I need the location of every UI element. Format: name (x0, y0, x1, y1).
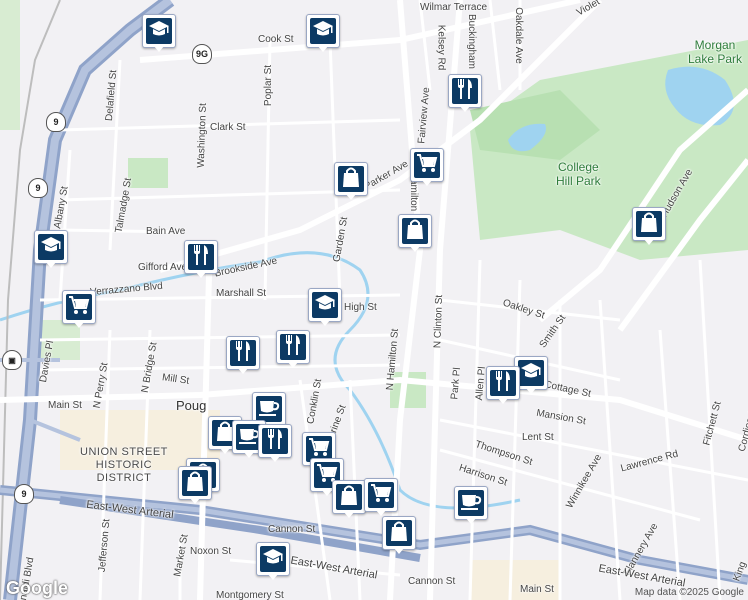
street-label-noxon-st: Noxon St (190, 546, 232, 557)
street-label-wilmar-terrace: Wilmar Terrace (420, 2, 488, 13)
street-label-poplar-st: Poplar St (263, 64, 275, 107)
street-label-montgomery-st: Montgomery St (216, 590, 284, 600)
school-pin[interactable] (34, 230, 68, 268)
cafe-pin[interactable] (454, 486, 488, 524)
restaurant-icon (233, 340, 253, 367)
shopping-icon (185, 470, 205, 497)
school-icon (262, 548, 284, 571)
shopping-pin[interactable] (398, 214, 432, 252)
street-label-clark-st: Clark St (210, 122, 246, 133)
shopping-pin[interactable] (382, 516, 416, 554)
street-label-main-st-west: Main St (48, 400, 82, 411)
street-label-kelsey-rd: Kelsey Rd (435, 24, 447, 71)
grocery-icon (370, 483, 392, 508)
route-shield-9-north: 9 (46, 112, 66, 132)
restaurant-icon (493, 370, 513, 397)
shopping-pin[interactable] (632, 207, 666, 245)
school-icon (520, 362, 542, 385)
route-shield-9-south: 9 (14, 484, 34, 504)
street-label-oakdale-ave: Oakdale Ave (512, 7, 524, 64)
shopping-icon (405, 218, 425, 245)
google-logo[interactable]: Google (6, 578, 68, 599)
park-label-morgan-lake: Morgan Lake Park (688, 38, 743, 66)
shopping-icon (341, 166, 361, 193)
street-label-cannon-st-east: Cannon St (408, 576, 456, 587)
school-pin[interactable] (306, 14, 340, 52)
route-shield-9g: 9G (192, 44, 212, 64)
restaurant-pin[interactable] (448, 74, 482, 112)
street-label-gifford-ave: Gifford Ave (138, 262, 188, 273)
shopping-icon (339, 484, 359, 511)
grocery-pin[interactable] (364, 478, 398, 516)
restaurant-pin[interactable] (226, 336, 260, 374)
cafe-icon (460, 491, 482, 516)
school-pin[interactable] (256, 542, 290, 580)
map-canvas[interactable]: Morgan Lake Park College Hill Park UNION… (0, 0, 748, 600)
grocery-icon (416, 153, 438, 178)
restaurant-pin[interactable] (276, 330, 310, 368)
restaurant-icon (283, 334, 303, 361)
restaurant-icon (191, 244, 211, 271)
grocery-pin[interactable] (62, 290, 96, 328)
grocery-icon (68, 295, 90, 320)
train-station-icon: ▣ (2, 350, 22, 370)
street-label-marshall-st: Marshall St (216, 288, 267, 299)
restaurant-icon (265, 428, 285, 455)
street-label-bain-ave: Bain Ave (146, 226, 186, 237)
city-label: Poug (176, 398, 207, 413)
restaurant-pin[interactable] (486, 366, 520, 404)
cafe-icon (258, 397, 280, 422)
school-pin[interactable] (308, 288, 342, 326)
street-label-washington-st: Washington St (195, 102, 209, 169)
grocery-pin[interactable] (410, 148, 444, 186)
school-icon (312, 20, 334, 43)
street-label-high-st: High St (344, 302, 377, 313)
district-label-union-street: UNION STREET HISTORIC DISTRICT (80, 446, 168, 484)
school-pin[interactable] (142, 14, 176, 52)
street-label-cook-st: Cook St (258, 34, 294, 45)
restaurant-pin[interactable] (184, 240, 218, 278)
school-icon (40, 236, 62, 259)
street-label-buckingham: Buckingham (466, 13, 478, 70)
route-shield-9-mid: 9 (28, 178, 48, 198)
street-label-main-st-east: Main St (520, 584, 554, 595)
map-attribution[interactable]: Map data ©2025 Google (635, 587, 744, 598)
shopping-icon (639, 211, 659, 238)
restaurant-pin[interactable] (258, 424, 292, 462)
school-icon (314, 294, 336, 317)
street-label-lent-st: Lent St (522, 432, 554, 443)
restaurant-icon (455, 78, 475, 105)
shopping-icon (389, 520, 409, 547)
shopping-pin[interactable] (332, 480, 366, 518)
park-label-college-hill: College Hill Park (556, 160, 601, 188)
school-icon (148, 20, 170, 43)
shopping-pin[interactable] (178, 466, 212, 504)
street-label-n-clinton-st: N Clinton St (432, 294, 446, 349)
cafe-icon (238, 425, 260, 450)
street-label-cannon-st-west: Cannon St (268, 524, 316, 535)
shopping-pin[interactable] (334, 162, 368, 200)
